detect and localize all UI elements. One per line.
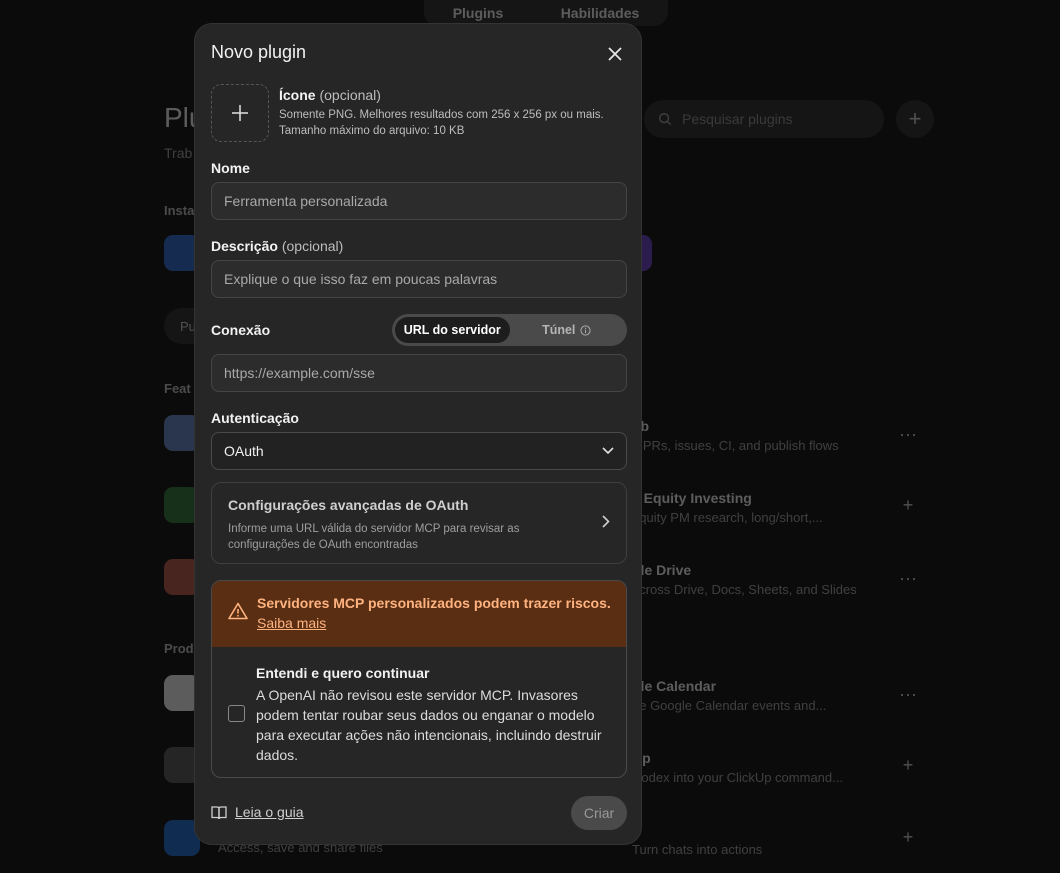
icon-upload-button[interactable] xyxy=(211,84,269,142)
list-item[interactable]: aTurn chats into actions xyxy=(632,822,892,857)
search-placeholder: Pesquisar plugins xyxy=(682,111,793,127)
description-input[interactable] xyxy=(211,260,627,298)
tab-plugins[interactable]: Plugins xyxy=(453,5,504,21)
consent-desc: A OpenAI não revisou este servidor MCP. … xyxy=(256,687,602,763)
list-item[interactable]: c Equity Investing equity PM research, lo… xyxy=(632,490,892,525)
read-guide-link[interactable]: Leia o guia xyxy=(211,804,304,820)
consent-checkbox[interactable] xyxy=(228,705,245,722)
add-icon[interactable]: + xyxy=(898,827,918,848)
section-featured: Feat xyxy=(164,381,191,396)
dialog-title: Novo plugin xyxy=(211,42,307,62)
advanced-oauth-settings[interactable]: Configurações avançadas de OAuth Informe… xyxy=(211,482,627,564)
auth-selected-value: OAuth xyxy=(224,443,264,459)
risk-warning: Servidores MCP personalizados podem traz… xyxy=(211,580,627,778)
connection-label: Conexão xyxy=(211,322,271,338)
auth-label: Autenticação xyxy=(211,410,299,426)
warning-banner: Servidores MCP personalizados podem traz… xyxy=(212,581,626,647)
close-icon xyxy=(608,47,622,61)
advanced-oauth-desc: Informe uma URL válida do servidor MCP p… xyxy=(228,523,520,551)
tunnel-option[interactable]: Túnel xyxy=(510,317,625,343)
list-item[interactable]: gle Drive across Drive, Docs, Sheets, and… xyxy=(632,562,892,597)
server-url-input[interactable] xyxy=(211,354,627,392)
consent-title: Entendi e quero continuar xyxy=(256,665,430,681)
add-icon[interactable]: + xyxy=(898,495,918,516)
auth-select[interactable]: OAuth xyxy=(211,432,627,470)
create-button[interactable]: Criar xyxy=(571,796,627,830)
search-icon xyxy=(659,113,672,126)
tab-skills[interactable]: Habilidades xyxy=(561,5,640,21)
list-item[interactable]: ube PRs, issues, CI, and publish flows xyxy=(632,418,892,453)
description-label: Descrição (opcional) xyxy=(211,238,344,254)
icon-help-text: Somente PNG. Melhores resultados com 256… xyxy=(279,109,604,137)
section-productivity: Prod xyxy=(164,641,194,656)
server-url-option[interactable]: URL do servidor xyxy=(395,317,510,343)
close-button[interactable] xyxy=(603,42,627,66)
name-label: Nome xyxy=(211,160,250,176)
page-subtitle: Trab xyxy=(164,145,193,161)
chevron-right-icon xyxy=(602,515,610,528)
icon-field-info: Ícone (opcional) Somente PNG. Melhores r… xyxy=(279,87,629,139)
plus-icon xyxy=(232,105,248,121)
more-options-icon[interactable]: ··· xyxy=(898,568,918,589)
search-bar[interactable]: Pesquisar plugins xyxy=(644,100,884,138)
advanced-oauth-title: Configurações avançadas de OAuth xyxy=(228,497,469,513)
chevron-down-icon xyxy=(602,447,614,455)
connection-toggle: URL do servidor Túnel xyxy=(392,314,627,346)
consent-section: Entendi e quero continuar A OpenAI não r… xyxy=(212,647,626,765)
learn-more-link[interactable]: Saiba mais xyxy=(257,615,326,631)
warning-title: Servidores MCP personalizados podem traz… xyxy=(257,595,611,611)
list-item[interactable]: gle Calendar ge Google Calendar events an… xyxy=(632,678,892,713)
warning-icon xyxy=(228,602,248,620)
list-item[interactable]: UpCodex into your ClickUp command... xyxy=(632,750,892,785)
more-options-icon[interactable]: ··· xyxy=(898,424,918,445)
more-options-icon[interactable]: ··· xyxy=(898,684,918,705)
add-plugin-button[interactable]: + xyxy=(896,100,934,138)
add-icon[interactable]: + xyxy=(898,755,918,776)
icon-label: Ícone (opcional) xyxy=(279,87,381,103)
section-installed: Insta xyxy=(164,203,195,218)
info-icon xyxy=(580,324,592,336)
new-plugin-dialog: Novo plugin Ícone (opcional) Somente PNG… xyxy=(194,23,642,845)
book-icon xyxy=(211,805,227,819)
name-input[interactable] xyxy=(211,182,627,220)
